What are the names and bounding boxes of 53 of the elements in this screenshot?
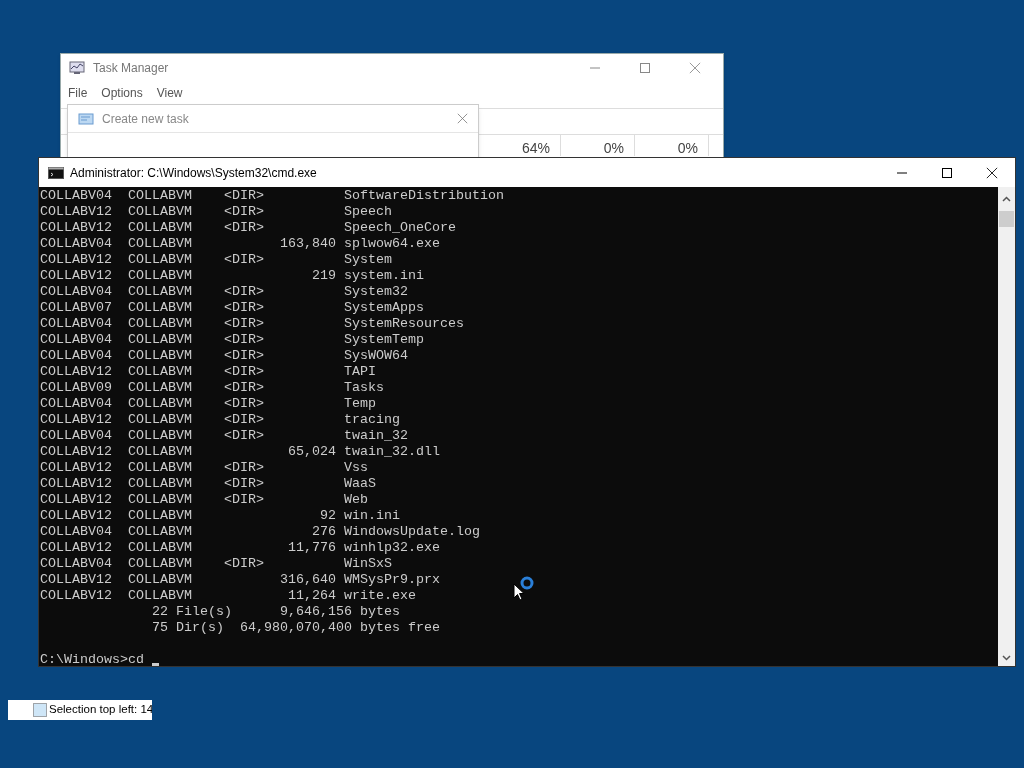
menu-item[interactable]: View: [156, 84, 183, 102]
console-line: COLLABV12 COLLABVM <DIR> Speech: [40, 204, 392, 220]
console-line: COLLABV04 COLLABVM <DIR> SystemResources: [40, 316, 464, 332]
console-line: COLLABV12 COLLABVM 316,640 WMSysPr9.prx: [40, 572, 440, 588]
console-line: COLLABV04 COLLABVM <DIR> twain_32: [40, 428, 408, 444]
console-line: COLLABV04 COLLABVM <DIR> WinSxS: [40, 556, 392, 572]
console-line: COLLABV12 COLLABVM <DIR> Speech_OneCore: [40, 220, 456, 236]
console-line: COLLABV12 COLLABVM <DIR> tracing: [40, 412, 400, 428]
window-title: Task Manager: [93, 60, 169, 77]
text-cursor: [152, 663, 159, 666]
console-line: COLLABV12 COLLABVM <DIR> WaaS: [40, 476, 376, 492]
console-line: COLLABV12 COLLABVM 92 win.ini: [40, 508, 400, 524]
scroll-down-icon[interactable]: [1002, 655, 1011, 661]
console-line: COLLABV04 COLLABVM <DIR> SysWOW64: [40, 348, 408, 364]
console-line: COLLABV12 COLLABVM <DIR> Web: [40, 492, 368, 508]
console-line: 75 Dir(s) 64,980,070,400 bytes free: [150, 620, 440, 636]
console-line: COLLABV04 COLLABVM 276 WindowsUpdate.log: [40, 524, 480, 540]
console-line: COLLABV04 COLLABVM <DIR> System32: [40, 284, 408, 300]
column-header[interactable]: 0%: [561, 135, 635, 156]
console-icon: [48, 166, 64, 179]
selection-icon: [33, 703, 47, 717]
console-line: COLLABV04 COLLABVM 163,840 splwow64.exe: [40, 236, 440, 252]
dialog-title: Create new task: [102, 110, 189, 128]
scroll-thumb[interactable]: [999, 211, 1014, 227]
console-line: COLLABV04 COLLABVM <DIR> SystemTemp: [40, 332, 424, 348]
tooltip-text: Selection top left: 14: [49, 702, 152, 718]
column-header[interactable]: 64%: [487, 135, 561, 156]
console-line: COLLABV04 COLLABVM <DIR> Temp: [40, 396, 376, 412]
scroll-up-icon[interactable]: [1002, 196, 1011, 202]
console-line: COLLABV09 COLLABVM <DIR> Tasks: [40, 380, 384, 396]
menu-item[interactable]: File: [68, 84, 88, 102]
window-title: Administrator: C:\Windows\System32\cmd.exe: [70, 164, 317, 182]
close-icon: [689, 62, 701, 74]
console-line: COLLABV12 COLLABVM 219 system.ini: [40, 268, 424, 284]
console-line: COLLABV07 COLLABVM <DIR> SystemApps: [40, 300, 424, 316]
close-icon: [457, 113, 468, 124]
console-line: COLLABV12 COLLABVM <DIR> System: [40, 252, 392, 268]
mouse-pointer-icon: [513, 583, 525, 602]
monitor-chart-icon: [69, 61, 85, 75]
run-icon: [78, 112, 94, 125]
column-header[interactable]: 0%: [635, 135, 709, 156]
console-line: COLLABV04 COLLABVM <DIR> SoftwareDistribution: [40, 188, 504, 204]
console-line: COLLABV12 COLLABVM <DIR> TAPI: [40, 364, 376, 380]
console-line: COLLABV12 COLLABVM 11,264 write.exe: [40, 588, 416, 604]
busy-ring-icon: [520, 576, 534, 590]
console-line: COLLABV12 COLLABVM 11,776 winhlp32.exe: [40, 540, 440, 556]
console-line: COLLABV12 COLLABVM <DIR> Vss: [40, 460, 368, 476]
menu-item[interactable]: Options: [101, 84, 143, 102]
command-prompt[interactable]: C:\Windows>cd: [40, 652, 152, 668]
console-line: COLLABV12 COLLABVM 65,024 twain_32.dll: [40, 444, 440, 460]
maximize-icon[interactable]: [941, 166, 953, 179]
console-line: 22 File(s) 9,646,156 bytes: [150, 604, 400, 620]
close-icon: [986, 166, 998, 179]
